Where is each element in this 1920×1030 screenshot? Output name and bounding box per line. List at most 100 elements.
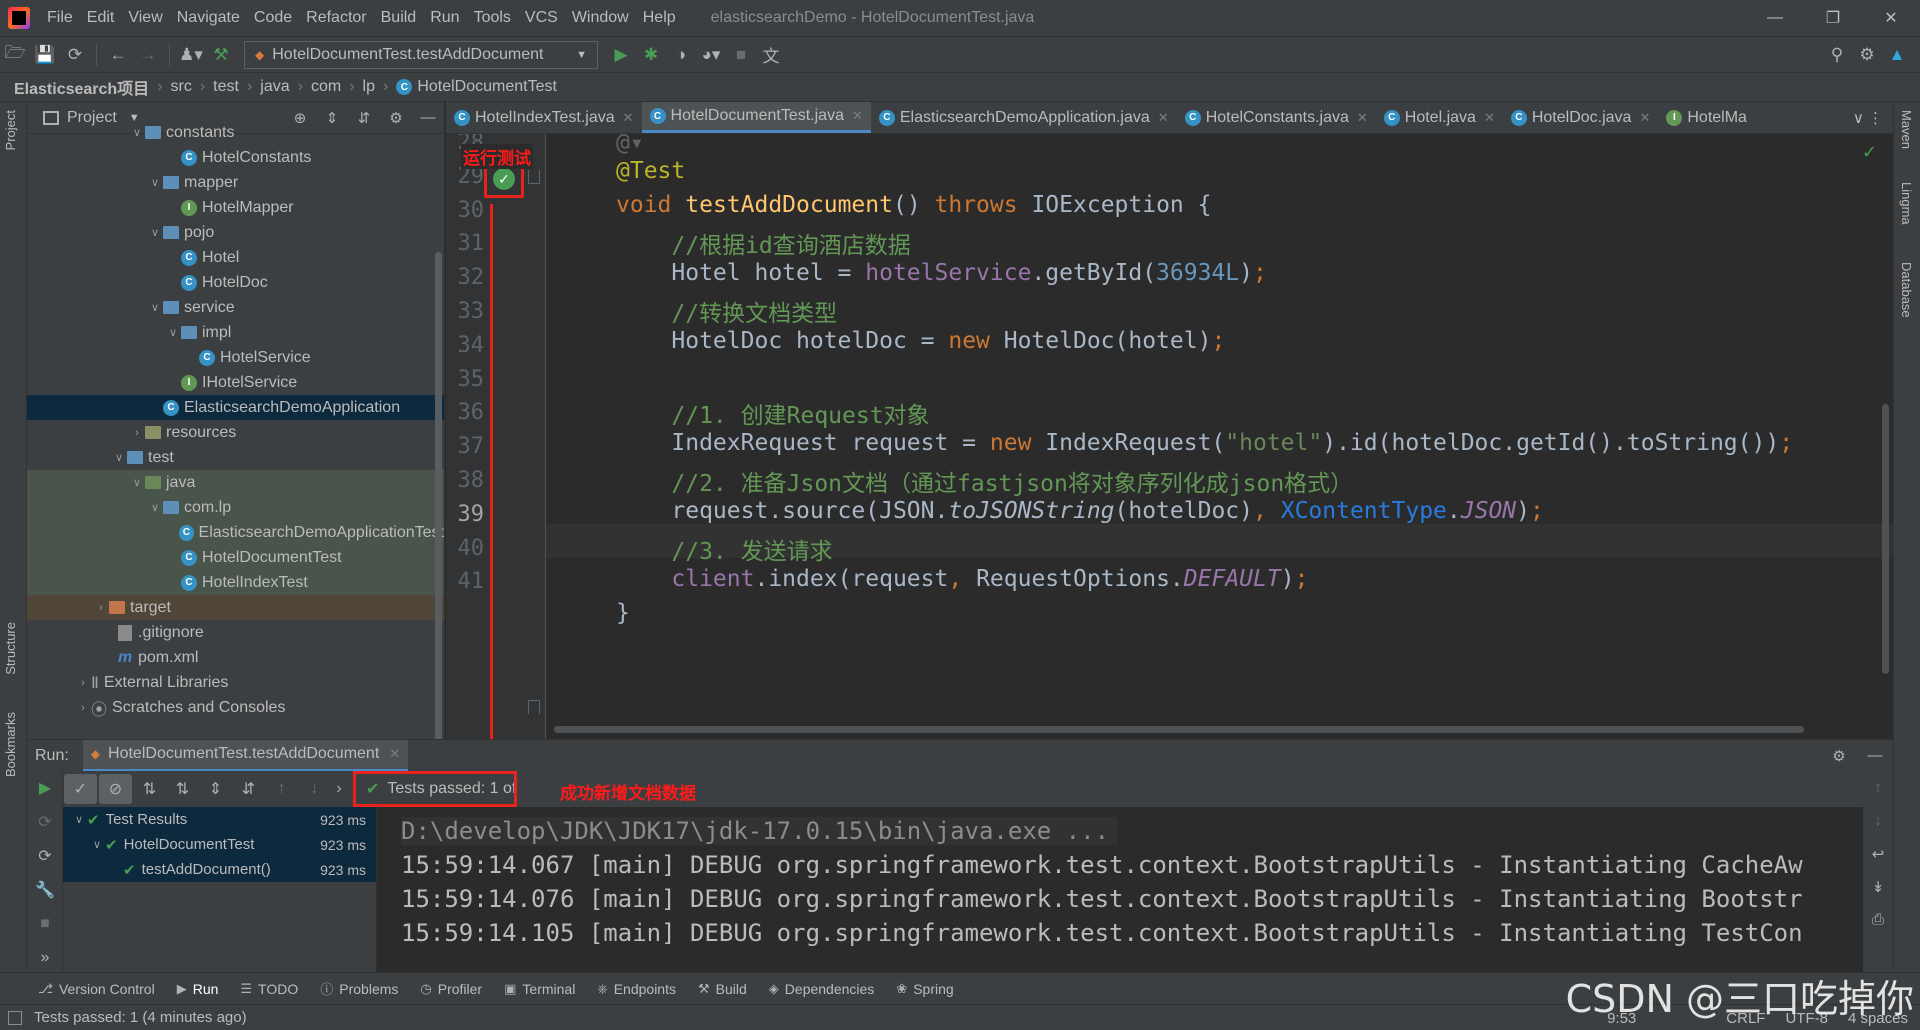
bottom-tab-problems[interactable]: ⓘ Problems — [320, 979, 398, 998]
breadcrumb-item[interactable]: src — [171, 78, 192, 96]
menu-refactor[interactable]: Refactor — [299, 9, 373, 27]
chevron-down-icon[interactable]: ∨ — [147, 301, 163, 314]
tree-item[interactable]: I HotelMapper — [27, 195, 444, 220]
run-icon[interactable]: ▶ — [606, 40, 636, 70]
tree-item[interactable]: ∨ constants — [27, 120, 444, 145]
settings-gear-icon[interactable]: ⚙ — [1852, 40, 1882, 70]
bottom-tab-build[interactable]: ⚒ Build — [698, 981, 747, 997]
tree-item[interactable]: › Ⅱ External Libraries — [27, 670, 444, 695]
menu-run[interactable]: Run — [423, 9, 466, 27]
show-ignored-icon[interactable]: ⊘ — [99, 774, 132, 804]
scroll-up-icon[interactable]: ↑ — [1863, 771, 1893, 804]
tree-item[interactable]: ∨ test — [27, 445, 444, 470]
chevron-right-icon[interactable]: › — [75, 702, 91, 714]
chevron-right-icon[interactable]: › — [129, 427, 145, 439]
menu-help[interactable]: Help — [636, 9, 683, 27]
run-tab[interactable]: ◆ HotelDocumentTest.testAddDocument ✕ — [82, 739, 409, 772]
breadcrumb-item[interactable]: Elasticsearch项目 — [14, 75, 149, 99]
tree-item[interactable]: C Hotel — [27, 245, 444, 270]
bottom-tab-endpoints[interactable]: ⎈ Endpoints — [597, 981, 676, 997]
coverage-icon[interactable]: ◑ — [666, 40, 696, 70]
next-test-icon[interactable]: ↓ — [298, 774, 331, 804]
tree-item[interactable]: ∨ pojo — [27, 220, 444, 245]
hide-icon[interactable]: — — [1857, 747, 1893, 765]
rerun-failed-icon[interactable]: ⟳ — [27, 805, 63, 839]
menu-edit[interactable]: Edit — [80, 9, 122, 27]
tree-item[interactable]: C HotelDoc — [27, 270, 444, 295]
structure-tool-tab[interactable]: Structure — [3, 622, 18, 675]
settings-gear-icon[interactable]: ⚙ — [1821, 747, 1857, 765]
sort-alpha-icon[interactable]: ⇅ — [133, 774, 166, 804]
tree-item[interactable]: ∨ mapper — [27, 170, 444, 195]
chevron-down-icon[interactable]: ∨ — [147, 226, 163, 239]
bottom-tab-spring[interactable]: ❀ Spring — [896, 981, 953, 997]
tree-item[interactable]: C HotelDocumentTest — [27, 545, 444, 570]
profile-icon[interactable]: ◕▾ — [696, 40, 726, 70]
tree-item[interactable]: › target — [27, 595, 444, 620]
inspection-ok-icon[interactable]: ✓ — [1862, 142, 1877, 163]
code-editor[interactable]: 2829303132333435363738394041 ✓ @▾ @Test … — [446, 134, 1893, 739]
chevron-right-icon[interactable]: › — [93, 602, 109, 614]
chevron-down-icon[interactable]: ∨ — [111, 451, 127, 464]
tree-item[interactable]: ∨ java — [27, 470, 444, 495]
fold-marker-icon[interactable] — [528, 700, 540, 714]
collapse-all-icon[interactable]: ⇵ — [232, 774, 265, 804]
soft-wrap-icon[interactable]: ↩ — [1863, 837, 1893, 870]
show-passed-icon[interactable]: ✓ — [64, 774, 97, 804]
tree-item[interactable]: ∨ com.lp — [27, 495, 444, 520]
lingma-tool-tab[interactable]: Lingma — [1899, 182, 1914, 225]
editor-tab[interactable]: C HotelDoc.java ✕ — [1503, 102, 1659, 133]
toggle-auto-test-icon[interactable]: ⟳ — [27, 839, 63, 873]
minimize-icon[interactable]: — — [1746, 0, 1804, 36]
bottom-tab-profiler[interactable]: ◷ Profiler — [420, 981, 482, 997]
menu-tools[interactable]: Tools — [467, 9, 518, 27]
editor-tab[interactable]: C HotelConstants.java ✕ — [1177, 102, 1376, 133]
test-tree-row[interactable]: ✔ testAddDocument() 923 ms — [63, 857, 376, 882]
close-icon[interactable]: ✕ — [389, 746, 400, 762]
editor-tab[interactable]: C ElasticsearchDemoApplication.java ✕ — [871, 102, 1177, 133]
editor-vertical-scrollbar[interactable] — [1882, 404, 1889, 674]
chevron-down-icon[interactable]: ∨ — [71, 813, 87, 826]
editor-tab[interactable]: C HotelDocumentTest.java ✕ — [641, 102, 871, 133]
close-icon[interactable]: ✕ — [1862, 0, 1920, 36]
chevron-down-icon[interactable]: ∨ — [147, 176, 163, 189]
breadcrumb-item[interactable]: com — [311, 78, 341, 96]
breadcrumb-item[interactable]: java — [260, 78, 289, 96]
scroll-to-end-icon[interactable]: ↡ — [1863, 870, 1893, 903]
wrench-icon[interactable]: 🔧 — [27, 873, 63, 907]
menu-navigate[interactable]: Navigate — [170, 9, 247, 27]
more-icon[interactable]: » — [27, 941, 63, 975]
sort-duration-icon[interactable]: ⇅ — [166, 774, 199, 804]
close-icon[interactable]: ✕ — [852, 108, 863, 124]
chevron-down-icon[interactable]: ∨ — [89, 838, 105, 851]
menu-vcs[interactable]: VCS — [518, 9, 565, 27]
menu-view[interactable]: View — [121, 9, 169, 27]
project-tool-tab[interactable]: Project — [3, 110, 18, 150]
rerun-icon[interactable]: ▶ — [27, 771, 63, 805]
stop-icon[interactable]: ■ — [27, 907, 63, 941]
editor-tab[interactable]: C Hotel.java ✕ — [1376, 102, 1503, 133]
tree-item[interactable]: C ElasticsearchDemoApplicationTest — [27, 520, 444, 545]
test-tree-row[interactable]: ∨ ✔ Test Results 923 ms — [63, 807, 376, 832]
search-icon[interactable]: ⚲ — [1822, 40, 1852, 70]
tree-item[interactable]: › resources — [27, 420, 444, 445]
project-scrollbar[interactable] — [435, 252, 442, 739]
close-icon[interactable]: ✕ — [623, 110, 634, 126]
expand-all-icon[interactable]: ⇕ — [199, 774, 232, 804]
close-icon[interactable]: ✕ — [1357, 110, 1368, 126]
tree-item[interactable]: ∨ service — [27, 295, 444, 320]
more-icon[interactable]: › — [331, 774, 347, 804]
fold-marker-icon[interactable] — [528, 170, 540, 184]
breadcrumb-item[interactable]: test — [213, 78, 239, 96]
translate-icon[interactable]: 文 — [756, 40, 786, 70]
menu-build[interactable]: Build — [374, 9, 424, 27]
menu-code[interactable]: Code — [247, 9, 299, 27]
chevron-down-icon[interactable]: ∨ — [147, 501, 163, 514]
close-icon[interactable]: ✕ — [1484, 110, 1495, 126]
close-icon[interactable]: ✕ — [1639, 110, 1650, 126]
layout-icon[interactable] — [8, 1010, 22, 1025]
plugin-icon[interactable]: ▲ — [1882, 40, 1912, 70]
editor-tab[interactable]: C HotelIndexTest.java ✕ — [446, 102, 642, 133]
user-icon[interactable]: ♟▾ — [176, 40, 206, 70]
chevron-right-icon[interactable]: › — [75, 677, 91, 689]
